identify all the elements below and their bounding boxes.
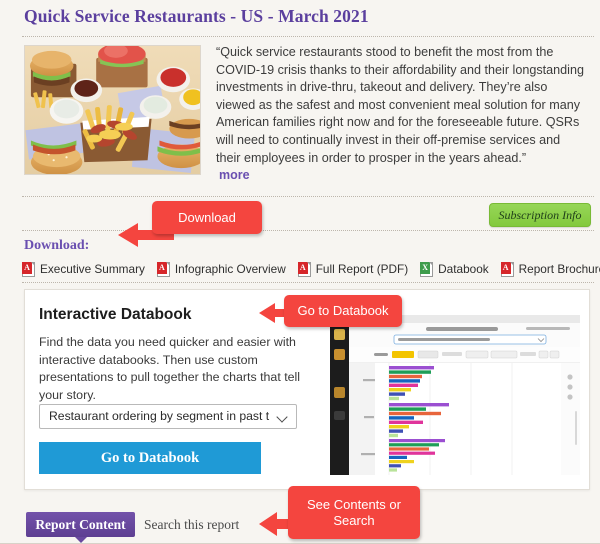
databook-description: Find the data you need quicker and easie… <box>39 335 301 402</box>
download-link[interactable]: A Full Report (PDF) <box>297 261 409 277</box>
databook-select[interactable]: Restaurant ordering by segment in past t <box>39 404 297 429</box>
download-link[interactable]: X Databook <box>420 261 489 277</box>
pdf-file-icon: A <box>22 261 35 277</box>
more-link[interactable]: more <box>219 168 250 182</box>
report-page: Quick Service Restaurants - US - March 2… <box>0 0 600 544</box>
download-link-label: Databook <box>438 262 489 276</box>
subscription-info-button[interactable]: Subscription Info <box>489 203 591 227</box>
excel-file-icon: X <box>420 261 434 277</box>
databook-screenshot-illustration <box>330 315 580 475</box>
download-link[interactable]: A Report Brochure <box>500 261 600 277</box>
report-cover-image <box>24 45 201 175</box>
databook-title: Interactive Databook <box>39 306 192 323</box>
download-link[interactable]: A Infographic Overview <box>156 261 286 277</box>
download-link-label: Report Brochure <box>518 262 600 276</box>
chevron-down-icon <box>276 411 288 423</box>
pdf-file-icon: A <box>156 261 170 277</box>
food-photo-illustration <box>25 46 200 174</box>
go-to-databook-button[interactable]: Go to Databook <box>39 442 261 474</box>
download-link-label: Executive Summary <box>40 262 145 276</box>
tab-active-caret-icon <box>75 537 87 543</box>
download-link-label: Infographic Overview <box>174 262 286 276</box>
annotation-go-to-databook-label: Go to Databook <box>284 295 402 327</box>
annotation-download-label: Download <box>152 201 262 234</box>
page-title: Quick Service Restaurants - US - March 2… <box>24 6 369 26</box>
databook-select-value: Restaurant ordering by segment in past t <box>49 409 270 423</box>
annotation-line-2: Search <box>333 512 375 528</box>
report-quote: “Quick service restaurants stood to bene… <box>216 45 584 165</box>
divider-top <box>22 36 594 37</box>
divider-download <box>22 230 594 231</box>
download-link-label: Full Report (PDF) <box>315 262 409 276</box>
pdf-file-icon: A <box>297 261 311 277</box>
divider-downloads-bottom <box>22 282 594 283</box>
download-links: A Executive Summary A Infographic Overview A… <box>22 259 600 279</box>
pdf-file-icon: A <box>500 261 514 277</box>
download-label: Download: <box>24 238 90 253</box>
annotation-download: Download <box>116 201 296 251</box>
databook-preview-image[interactable] <box>330 315 580 475</box>
divider-hero <box>22 196 594 197</box>
annotation-line-1: See Contents or <box>307 496 401 512</box>
tab-search-this-report[interactable]: Search this report <box>144 512 239 537</box>
tab-report-content[interactable]: Report Content <box>26 512 135 537</box>
annotation-see-contents-label: See Contents or Search <box>288 486 420 539</box>
download-link[interactable]: A Executive Summary <box>22 261 145 277</box>
annotation-see-contents-or-search: See Contents or Search <box>258 486 438 542</box>
annotation-go-to-databook: Go to Databook <box>258 295 418 333</box>
